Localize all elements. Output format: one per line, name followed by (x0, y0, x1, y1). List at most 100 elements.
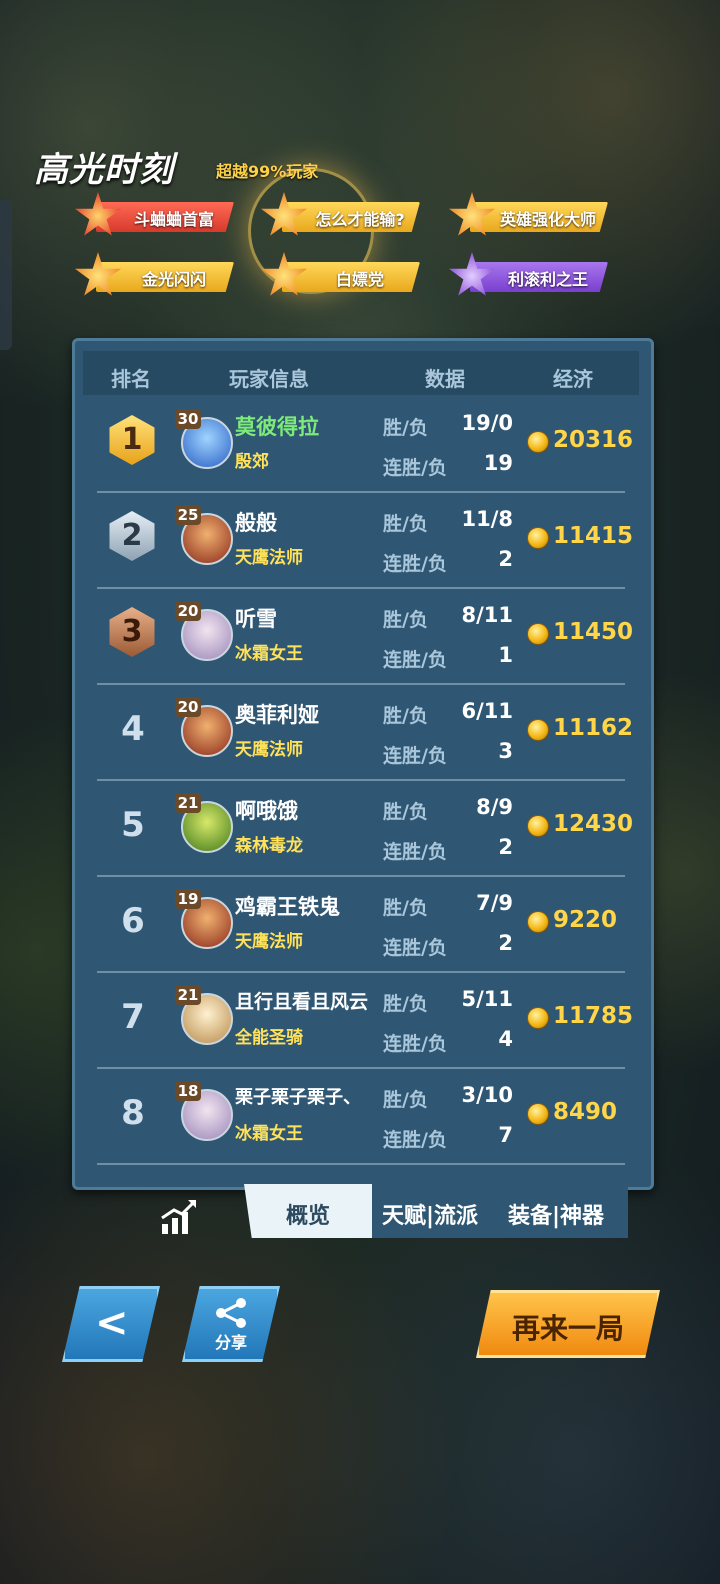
tab-equipment[interactable]: 装备|神器 (508, 1198, 604, 1230)
win-loss-label: 胜/负 (383, 417, 428, 439)
chevron-left-icon: < (95, 1300, 129, 1346)
gold-coin-icon (527, 431, 549, 453)
level-badge: 20 (175, 601, 201, 621)
gold-value: 11162 (553, 715, 634, 741)
gold-value: 20316 (553, 427, 634, 453)
rank-number: 4 (121, 709, 145, 749)
player-name: 莫彼得拉 (235, 415, 319, 439)
header-economy: 经济 (553, 367, 593, 391)
table-row[interactable]: 3 20 听雪 冰霜女王 胜/负 8/11 连胜/负 1 11450 (97, 589, 633, 685)
level-badge: 30 (175, 409, 201, 429)
ranking-panel: 排名 玩家信息 数据 经济 1 30 莫彼得拉 殷郊 胜/负 19/0 连胜/负… (72, 338, 654, 1190)
player-name: 听雪 (235, 607, 277, 631)
table-row[interactable]: 5 21 啊哦饿 森林毒龙 胜/负 8/9 连胜/负 2 12430 (97, 781, 633, 877)
level-badge: 18 (175, 1081, 201, 1101)
win-loss-label: 胜/负 (383, 993, 428, 1015)
table-row[interactable]: 4 20 奥菲利娅 天鹰法师 胜/负 6/11 连胜/负 3 11162 (97, 685, 633, 781)
level-badge: 19 (175, 889, 201, 909)
gold-value: 12430 (553, 811, 634, 837)
header-player: 玩家信息 (229, 367, 309, 391)
hero-name: 森林毒龙 (235, 836, 303, 856)
gold-coin-icon (527, 815, 549, 837)
streak-value: 2 (498, 931, 513, 955)
streak-label: 连胜/负 (383, 553, 447, 575)
gold-coin-icon (527, 1103, 549, 1125)
badge-freeloader[interactable]: 白嫖党 (260, 252, 420, 296)
gold-value: 11450 (553, 619, 634, 645)
win-loss-value: 6/11 (461, 699, 513, 723)
hero-name: 天鹰法师 (235, 932, 303, 952)
gold-value: 11415 (553, 523, 634, 549)
badge-enhance-master[interactable]: 英雄强化大师 (448, 192, 608, 236)
level-badge: 21 (175, 985, 201, 1005)
streak-label: 连胜/负 (383, 1129, 447, 1151)
streak-value: 2 (498, 547, 513, 571)
streak-label: 连胜/负 (383, 1033, 447, 1055)
rank-number: 5 (121, 805, 145, 845)
player-name: 鸡霸王铁鬼 (235, 895, 340, 919)
silver-medal-icon: 2 (101, 505, 163, 567)
hero-name: 殷郊 (235, 452, 269, 472)
badge-top-earner[interactable]: 斗蛐蛐首富 (74, 192, 234, 236)
hero-name: 冰霜女王 (235, 1124, 303, 1144)
player-name: 栗子栗子栗子、 (235, 1087, 361, 1108)
gold-coin-icon (527, 527, 549, 549)
win-loss-value: 8/11 (461, 603, 513, 627)
streak-label: 连胜/负 (383, 841, 447, 863)
table-row[interactable]: 6 19 鸡霸王铁鬼 天鹰法师 胜/负 7/9 连胜/负 2 9220 (97, 877, 625, 973)
share-label: 分享 (214, 1333, 247, 1352)
hero-name: 天鹰法师 (235, 740, 303, 760)
win-loss-value: 7/9 (476, 891, 513, 915)
badge-interest-king[interactable]: 利滚利之王 (448, 252, 608, 296)
win-loss-label: 胜/负 (383, 705, 428, 727)
table-row[interactable]: 1 30 莫彼得拉 殷郊 胜/负 19/0 连胜/负 19 20316 (97, 397, 633, 493)
streak-label: 连胜/负 (383, 457, 447, 479)
share-icon (216, 1298, 246, 1328)
level-badge: 25 (175, 505, 201, 525)
streak-label: 连胜/负 (383, 937, 447, 959)
rank-number: 7 (121, 997, 145, 1037)
win-loss-value: 8/9 (476, 795, 513, 819)
table-row[interactable]: 8 18 栗子栗子栗子、 冰霜女王 胜/负 3/10 连胜/负 7 8490 (97, 1069, 625, 1165)
streak-label: 连胜/负 (383, 745, 447, 767)
badge-how-to-lose[interactable]: 怎么才能输? (260, 192, 420, 236)
gold-coin-icon (527, 911, 549, 933)
tab-talent[interactable]: 天赋|流派 (382, 1198, 478, 1230)
win-loss-value: 3/10 (461, 1083, 513, 1107)
tab-overview[interactable]: 概览 (244, 1184, 372, 1238)
gold-coin-icon (527, 1007, 549, 1029)
side-drawer-handle[interactable] (0, 200, 12, 350)
win-loss-value: 5/11 (461, 987, 513, 1011)
trend-chart-icon[interactable] (158, 1198, 198, 1238)
level-badge: 20 (175, 697, 201, 717)
streak-value: 2 (498, 835, 513, 859)
win-loss-label: 胜/负 (383, 801, 428, 823)
player-name: 奥菲利娅 (235, 703, 319, 727)
badge-golden-shine[interactable]: 金光闪闪 (74, 252, 234, 296)
player-name: 且行且看且风云 (235, 991, 369, 1013)
win-loss-label: 胜/负 (383, 609, 428, 631)
level-badge: 21 (175, 793, 201, 813)
hero-name: 全能圣骑 (235, 1028, 303, 1048)
win-loss-label: 胜/负 (383, 513, 428, 535)
gold-coin-icon (527, 719, 549, 741)
rank-number: 8 (121, 1093, 145, 1133)
gold-medal-icon: 1 (101, 409, 163, 471)
streak-label: 连胜/负 (383, 649, 447, 671)
win-loss-value: 19/0 (461, 411, 513, 435)
play-again-button[interactable]: 再来一局 (476, 1290, 660, 1358)
player-name: 啊哦饿 (235, 799, 298, 823)
streak-value: 4 (498, 1027, 513, 1051)
win-loss-label: 胜/负 (383, 1089, 428, 1111)
gold-value: 9220 (553, 907, 618, 933)
streak-value: 7 (498, 1123, 513, 1147)
table-header: 排名 玩家信息 数据 经济 (83, 351, 639, 395)
rank-number: 6 (121, 901, 145, 941)
table-row[interactable]: 7 21 且行且看且风云 全能圣骑 胜/负 5/11 连胜/负 4 11785 (97, 973, 633, 1069)
streak-value: 3 (498, 739, 513, 763)
table-row[interactable]: 2 25 般般 天鹰法师 胜/负 11/8 连胜/负 2 11415 (97, 493, 633, 589)
hero-name: 冰霜女王 (235, 644, 303, 664)
tab-bar: 概览 天赋|流派 装备|神器 (236, 1182, 628, 1238)
streak-value: 19 (483, 451, 513, 475)
header-rank: 排名 (111, 367, 151, 391)
